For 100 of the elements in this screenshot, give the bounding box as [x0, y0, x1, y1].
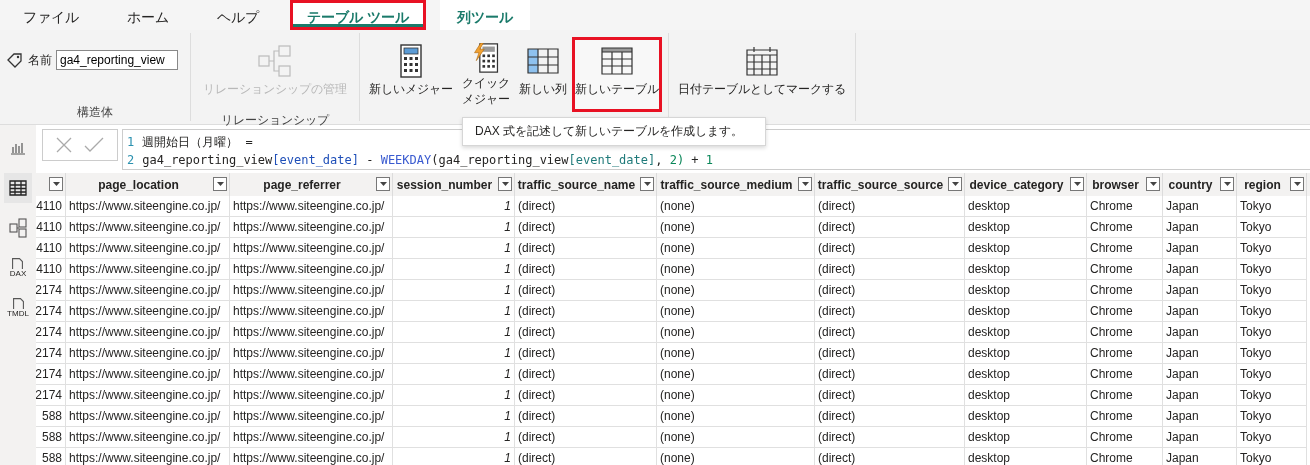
ribbon-button[interactable]: 日付テーブルとしてマークする: [675, 37, 849, 112]
view-button[interactable]: DAX: [4, 253, 32, 283]
relationship-diagram-icon: [257, 43, 293, 79]
filter-dropdown[interactable]: [640, 177, 654, 191]
table-cell: Chrome: [1090, 283, 1133, 297]
table-cell: Chrome: [1090, 262, 1133, 276]
column-header: country: [1168, 177, 1213, 192]
table-cell: https://www.siteengine.co.jp/: [233, 325, 385, 339]
ribbon-button[interactable]: 新しいメジャー: [366, 37, 456, 112]
table-cell: https://www.siteengine.co.jp/: [233, 304, 385, 318]
table-cell: Chrome: [1090, 346, 1133, 360]
table-cell: 1: [504, 199, 511, 213]
table-cell: (none): [660, 325, 695, 339]
table-cell: https://www.siteengine.co.jp/: [69, 241, 221, 255]
table-cell: (direct): [518, 346, 556, 360]
ribbon-tab[interactable]: テーブル ツール: [290, 0, 426, 30]
table-cell: Chrome: [1090, 367, 1133, 381]
table-cell: 588: [41, 430, 62, 444]
table-cell: (direct): [518, 199, 556, 213]
ribbon-tab[interactable]: 列ツール: [439, 0, 530, 30]
column-header: browser: [1092, 177, 1139, 192]
table-cell: Tokyo: [1240, 409, 1272, 423]
table-cell: (none): [660, 346, 695, 360]
table-cell: Japan: [1166, 199, 1199, 213]
table-cell: Japan: [1166, 451, 1199, 465]
caret-icon: [1073, 182, 1081, 186]
table-cell: (none): [660, 367, 695, 381]
table-cell: https://www.siteengine.co.jp/: [233, 241, 385, 255]
caret-icon: [951, 182, 959, 186]
filter-dropdown[interactable]: [948, 177, 962, 191]
table-cell: Japan: [1166, 262, 1199, 276]
filter-dropdown[interactable]: [798, 177, 812, 191]
ribbon-button[interactable]: クイックメジャー: [458, 37, 514, 112]
filter-dropdown[interactable]: [49, 177, 63, 191]
table-cell: (direct): [818, 220, 856, 234]
table-cell: Tokyo: [1240, 451, 1272, 465]
view-button[interactable]: TMDL: [4, 293, 32, 323]
caret-icon: [643, 182, 651, 186]
table-cell: https://www.siteengine.co.jp/: [233, 388, 385, 402]
table-cell: 1: [504, 304, 511, 318]
column-header: session_number: [396, 177, 493, 192]
table-cell: desktop: [968, 409, 1011, 423]
table-cell: https://www.siteengine.co.jp/: [69, 304, 221, 318]
table-cell: https://www.siteengine.co.jp/: [69, 430, 221, 444]
table-cell: Tokyo: [1240, 220, 1272, 234]
icon-label: TMDL: [7, 309, 29, 318]
table-cell: (direct): [518, 409, 556, 423]
ribbon-tab[interactable]: ファイル: [6, 0, 96, 30]
table-cell: (direct): [818, 304, 856, 318]
table-cell: 4110: [36, 199, 62, 213]
table-cell: (direct): [818, 388, 856, 402]
table-cell: (direct): [818, 409, 856, 423]
table-cell: 2174: [36, 367, 62, 381]
table-cell: 1: [504, 367, 511, 381]
table-cell: Tokyo: [1240, 388, 1272, 402]
column-header: page_referrer: [263, 177, 341, 192]
table-cell: desktop: [968, 451, 1011, 465]
ribbon-tab[interactable]: ホーム: [110, 0, 186, 30]
table-cell: (none): [660, 199, 695, 213]
table-cell: Japan: [1166, 241, 1199, 255]
table-cell: 1: [504, 241, 511, 255]
table-cell: (direct): [818, 367, 856, 381]
ribbon-button[interactable]: 新しい列: [516, 37, 570, 112]
table-cell: (direct): [518, 241, 556, 255]
table-cell: 1: [504, 325, 511, 339]
ribbon-tab[interactable]: ヘルプ: [200, 0, 276, 30]
table-cell: (direct): [818, 325, 856, 339]
table-cell: https://www.siteengine.co.jp/: [69, 451, 221, 465]
table-cell: Tokyo: [1240, 304, 1272, 318]
table-cell: desktop: [968, 283, 1011, 297]
table-cell: 2174: [36, 304, 62, 318]
name-field[interactable]: ga4_reporting_view: [56, 50, 178, 70]
filter-dropdown[interactable]: [376, 177, 390, 191]
table-cell: https://www.siteengine.co.jp/: [69, 262, 221, 276]
filter-dropdown[interactable]: [213, 177, 227, 191]
table-cell: Japan: [1166, 325, 1199, 339]
table-cell: Japan: [1166, 346, 1199, 360]
filter-dropdown[interactable]: [498, 177, 512, 191]
check-icon[interactable]: [84, 137, 104, 153]
filter-dropdown[interactable]: [1290, 177, 1304, 191]
table-cell: (direct): [818, 241, 856, 255]
filter-dropdown[interactable]: [1146, 177, 1160, 191]
table-cell: (none): [660, 241, 695, 255]
caret-icon: [801, 182, 809, 186]
table-cell: https://www.siteengine.co.jp/: [69, 367, 221, 381]
table-cell: Tokyo: [1240, 367, 1272, 381]
view-button[interactable]: [4, 173, 32, 203]
filter-dropdown[interactable]: [1070, 177, 1084, 191]
bar-chart-icon: [10, 141, 26, 155]
name-label: 名前: [28, 51, 52, 69]
table-cell: (direct): [818, 262, 856, 276]
table-cell: 588: [41, 409, 62, 423]
table-cell: (direct): [518, 262, 556, 276]
group-label: 構造体: [77, 105, 113, 119]
ribbon-button[interactable]: 新しいテーブル: [572, 37, 662, 112]
table-cell: desktop: [968, 367, 1011, 381]
table-cell: 4110: [36, 262, 62, 276]
filter-dropdown[interactable]: [1220, 177, 1234, 191]
table-cell: 1: [504, 346, 511, 360]
table-cell: 1: [504, 430, 511, 444]
